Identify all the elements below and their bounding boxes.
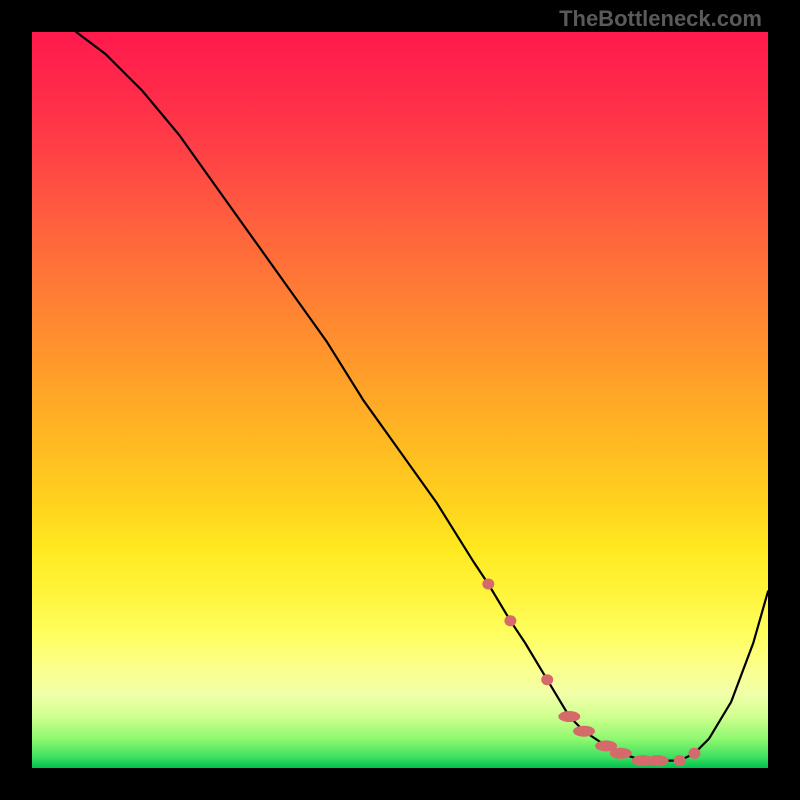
curve-dot (647, 755, 669, 766)
curve-dot (482, 579, 494, 590)
watermark-text: TheBottleneck.com (559, 6, 762, 32)
curve-dot (541, 674, 553, 685)
curve-dot (674, 755, 686, 766)
chart-plot-area (32, 32, 768, 768)
chart-overlay-svg (32, 32, 768, 768)
curve-dot (573, 726, 595, 737)
curve-dot (558, 711, 580, 722)
curve-dot (688, 748, 700, 759)
curve-dots-group (482, 579, 700, 767)
curve-dot (610, 748, 632, 759)
bottleneck-curve (76, 32, 768, 761)
curve-dot (504, 615, 516, 626)
